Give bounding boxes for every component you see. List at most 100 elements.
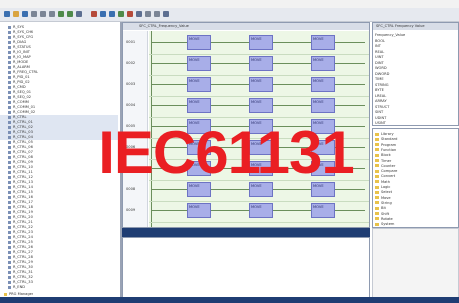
run-icon[interactable] (118, 11, 124, 17)
library-item[interactable]: Function (375, 148, 457, 153)
library-item[interactable]: Rotate (375, 217, 457, 222)
function-block[interactable]: MOVE (311, 203, 335, 218)
library-item[interactable]: Program (375, 143, 457, 148)
editor-splitter[interactable] (122, 228, 370, 237)
function-block[interactable]: MOVE (249, 77, 273, 92)
library-item-label: System (381, 222, 395, 227)
library-item[interactable]: Logic (375, 185, 457, 190)
library-item[interactable]: System (375, 222, 457, 227)
property-row[interactable]: BYTE (375, 88, 457, 93)
function-block[interactable]: MOVE (187, 98, 211, 113)
library-item[interactable]: Block (375, 153, 457, 158)
status-bar (0, 297, 459, 303)
function-block[interactable]: MOVE (249, 56, 273, 71)
program-node-icon (8, 96, 11, 99)
property-row[interactable]: REAL (375, 50, 457, 55)
function-block[interactable]: MOVE (187, 35, 211, 50)
library-item-label: Standard (381, 137, 398, 142)
open-folder-icon[interactable] (13, 11, 19, 17)
property-row[interactable]: SINT (375, 110, 457, 115)
function-block[interactable]: MOVE (311, 77, 335, 92)
new-file-icon[interactable] (4, 11, 10, 17)
program-node-icon (8, 101, 11, 104)
properties-header: SFC_CTRL Frequency Value (373, 23, 458, 30)
folder-icon (375, 196, 379, 200)
library-item-label: Math (381, 179, 390, 184)
property-row[interactable]: STRUCT (375, 105, 457, 110)
property-row[interactable]: DWORD (375, 72, 457, 77)
library-item-label: Bit (381, 206, 386, 211)
library-item[interactable]: Timer (375, 159, 457, 164)
library-item-label: Rotate (381, 216, 393, 221)
function-block[interactable]: MOVE (249, 98, 273, 113)
program-node-icon (8, 241, 11, 244)
property-row[interactable]: STRING (375, 83, 457, 88)
function-block[interactable]: MOVE (187, 203, 211, 218)
save-icon[interactable] (22, 11, 28, 17)
ladder-rung[interactable]: MOVE MOVE MOVE (149, 54, 369, 76)
upload-icon[interactable] (109, 11, 115, 17)
tree-item[interactable]: R_END (0, 285, 118, 290)
function-block[interactable]: MOVE (249, 203, 273, 218)
function-block-label: MOVE (189, 100, 200, 104)
library-item[interactable]: Move (375, 196, 457, 201)
library-item[interactable]: Counter (375, 164, 457, 169)
undo-icon[interactable] (58, 11, 64, 17)
function-block[interactable]: MOVE (311, 35, 335, 50)
property-row[interactable]: BOOL (375, 39, 457, 44)
library-item[interactable]: Library (375, 132, 457, 137)
toolbar (0, 8, 459, 22)
library-item[interactable]: Shift (375, 212, 457, 217)
rung-number: 0001 (126, 40, 136, 44)
library-item[interactable]: Select (375, 190, 457, 195)
property-row[interactable]: ARRAY (375, 99, 457, 104)
library-item[interactable]: Convert (375, 174, 457, 179)
zoom-in-icon[interactable] (145, 11, 151, 17)
property-row[interactable]: INT (375, 44, 457, 49)
program-node-icon (8, 41, 11, 44)
editor-tab[interactable]: SFC_CTRL_Frequency_Value (123, 23, 369, 30)
library-item[interactable]: Math (375, 180, 457, 185)
function-block[interactable]: MOVE (187, 56, 211, 71)
program-node-icon (8, 216, 11, 219)
compile-icon[interactable] (91, 11, 97, 17)
property-row[interactable]: DINT (375, 61, 457, 66)
zoom-out-icon[interactable] (154, 11, 160, 17)
folder-icon (375, 190, 379, 194)
library-item[interactable]: Bit (375, 206, 457, 211)
ladder-rung[interactable]: MOVE MOVE MOVE (149, 33, 369, 55)
find-icon[interactable] (76, 11, 82, 17)
ladder-rung[interactable]: MOVE MOVE MOVE (149, 75, 369, 97)
ladder-rung[interactable]: MOVE MOVE MOVE (149, 201, 369, 223)
copy-icon[interactable] (40, 11, 46, 17)
library-item[interactable]: String (375, 201, 457, 206)
library-item-label: Shift (381, 211, 390, 216)
property-row[interactable]: Frequency_Value (375, 33, 457, 38)
program-node-icon (8, 146, 11, 149)
property-row[interactable]: UDINT (375, 116, 457, 121)
cut-icon[interactable] (31, 11, 37, 17)
function-block[interactable]: MOVE (249, 35, 273, 50)
library-item-label: Timer (381, 158, 392, 163)
property-row[interactable]: TIME (375, 77, 457, 82)
program-node-icon (8, 256, 11, 259)
monitor-icon[interactable] (136, 11, 142, 17)
function-block[interactable]: MOVE (187, 77, 211, 92)
ladder-rung[interactable]: MOVE MOVE MOVE (149, 96, 369, 118)
property-row[interactable]: WORD (375, 66, 457, 71)
library-item[interactable]: Compare (375, 169, 457, 174)
function-block[interactable]: MOVE (311, 56, 335, 71)
property-row[interactable]: UINT (375, 55, 457, 60)
property-row[interactable]: LREAL (375, 94, 457, 99)
settings-icon[interactable] (163, 11, 169, 17)
library-item[interactable]: Standard (375, 137, 457, 142)
program-node-icon (8, 186, 11, 189)
library-item-label: Select (381, 190, 393, 195)
stop-icon[interactable] (127, 11, 133, 17)
property-row[interactable]: USINT (375, 121, 457, 126)
redo-icon[interactable] (67, 11, 73, 17)
function-block[interactable]: MOVE (311, 98, 335, 113)
program-node-icon (8, 151, 11, 154)
download-icon[interactable] (100, 11, 106, 17)
paste-icon[interactable] (49, 11, 55, 17)
